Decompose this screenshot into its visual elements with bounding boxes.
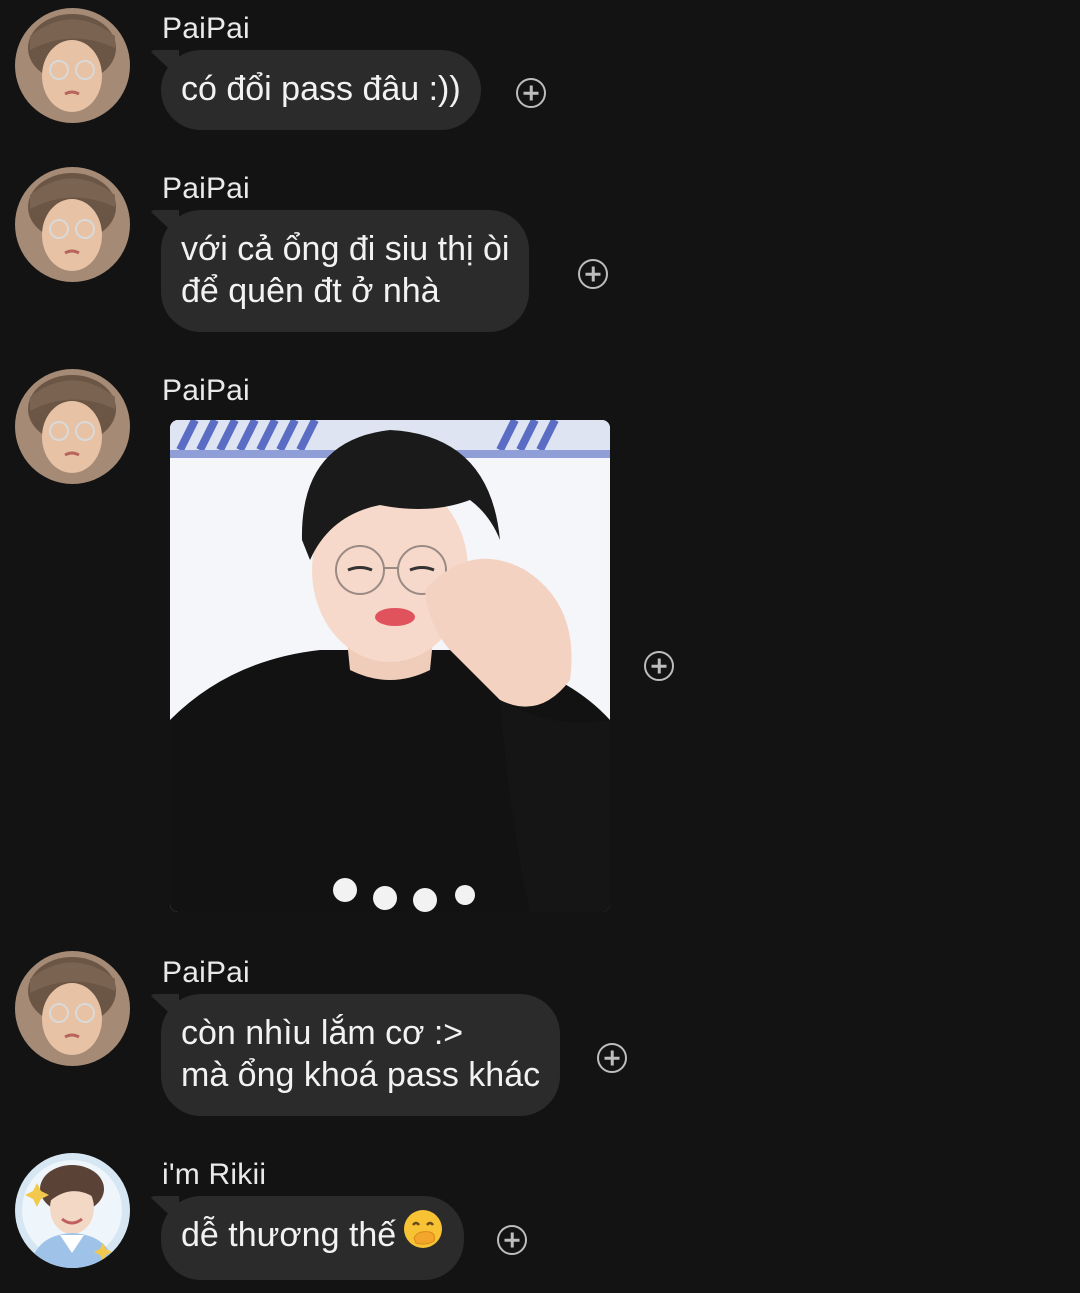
hand-over-mouth-emoji: [402, 1208, 444, 1260]
chat-thread: PaiPai có đổi pass đâu :)) PaiPai với cả…: [0, 0, 1080, 1293]
add-reaction-icon[interactable]: [644, 651, 674, 681]
message-bubble[interactable]: còn nhìu lắm cơ :> mà ổng khoá pass khác: [161, 994, 561, 1116]
avatar[interactable]: [15, 951, 130, 1066]
add-reaction-icon[interactable]: [578, 259, 608, 289]
image-message[interactable]: [170, 420, 610, 912]
sender-name: PaiPai: [162, 172, 250, 205]
avatar[interactable]: [15, 369, 130, 484]
add-reaction-icon[interactable]: [497, 1225, 527, 1255]
add-reaction-icon[interactable]: [597, 1043, 627, 1073]
message-text: mà ổng khoá pass khác: [181, 1056, 541, 1094]
message-text: dễ thương thế: [181, 1216, 397, 1254]
message-text: có đổi pass đâu :)): [181, 70, 461, 108]
sender-name: PaiPai: [162, 12, 250, 45]
message-bubble[interactable]: với cả ổng đi siu thị òi để quên đt ở nh…: [161, 210, 530, 332]
sender-name: PaiPai: [162, 956, 250, 989]
avatar[interactable]: [15, 1153, 130, 1268]
message-text: còn nhìu lắm cơ :>: [181, 1014, 464, 1052]
avatar[interactable]: [15, 8, 130, 123]
sender-name: i'm Rikii: [162, 1158, 267, 1191]
message-bubble[interactable]: dễ thương thế: [161, 1196, 465, 1281]
message-bubble[interactable]: có đổi pass đâu :)): [161, 50, 481, 130]
message-text: để quên đt ở nhà: [181, 272, 440, 310]
add-reaction-icon[interactable]: [516, 78, 546, 108]
avatar[interactable]: [15, 167, 130, 282]
message-text: với cả ổng đi siu thị òi: [181, 230, 510, 268]
sender-name: PaiPai: [162, 374, 250, 407]
